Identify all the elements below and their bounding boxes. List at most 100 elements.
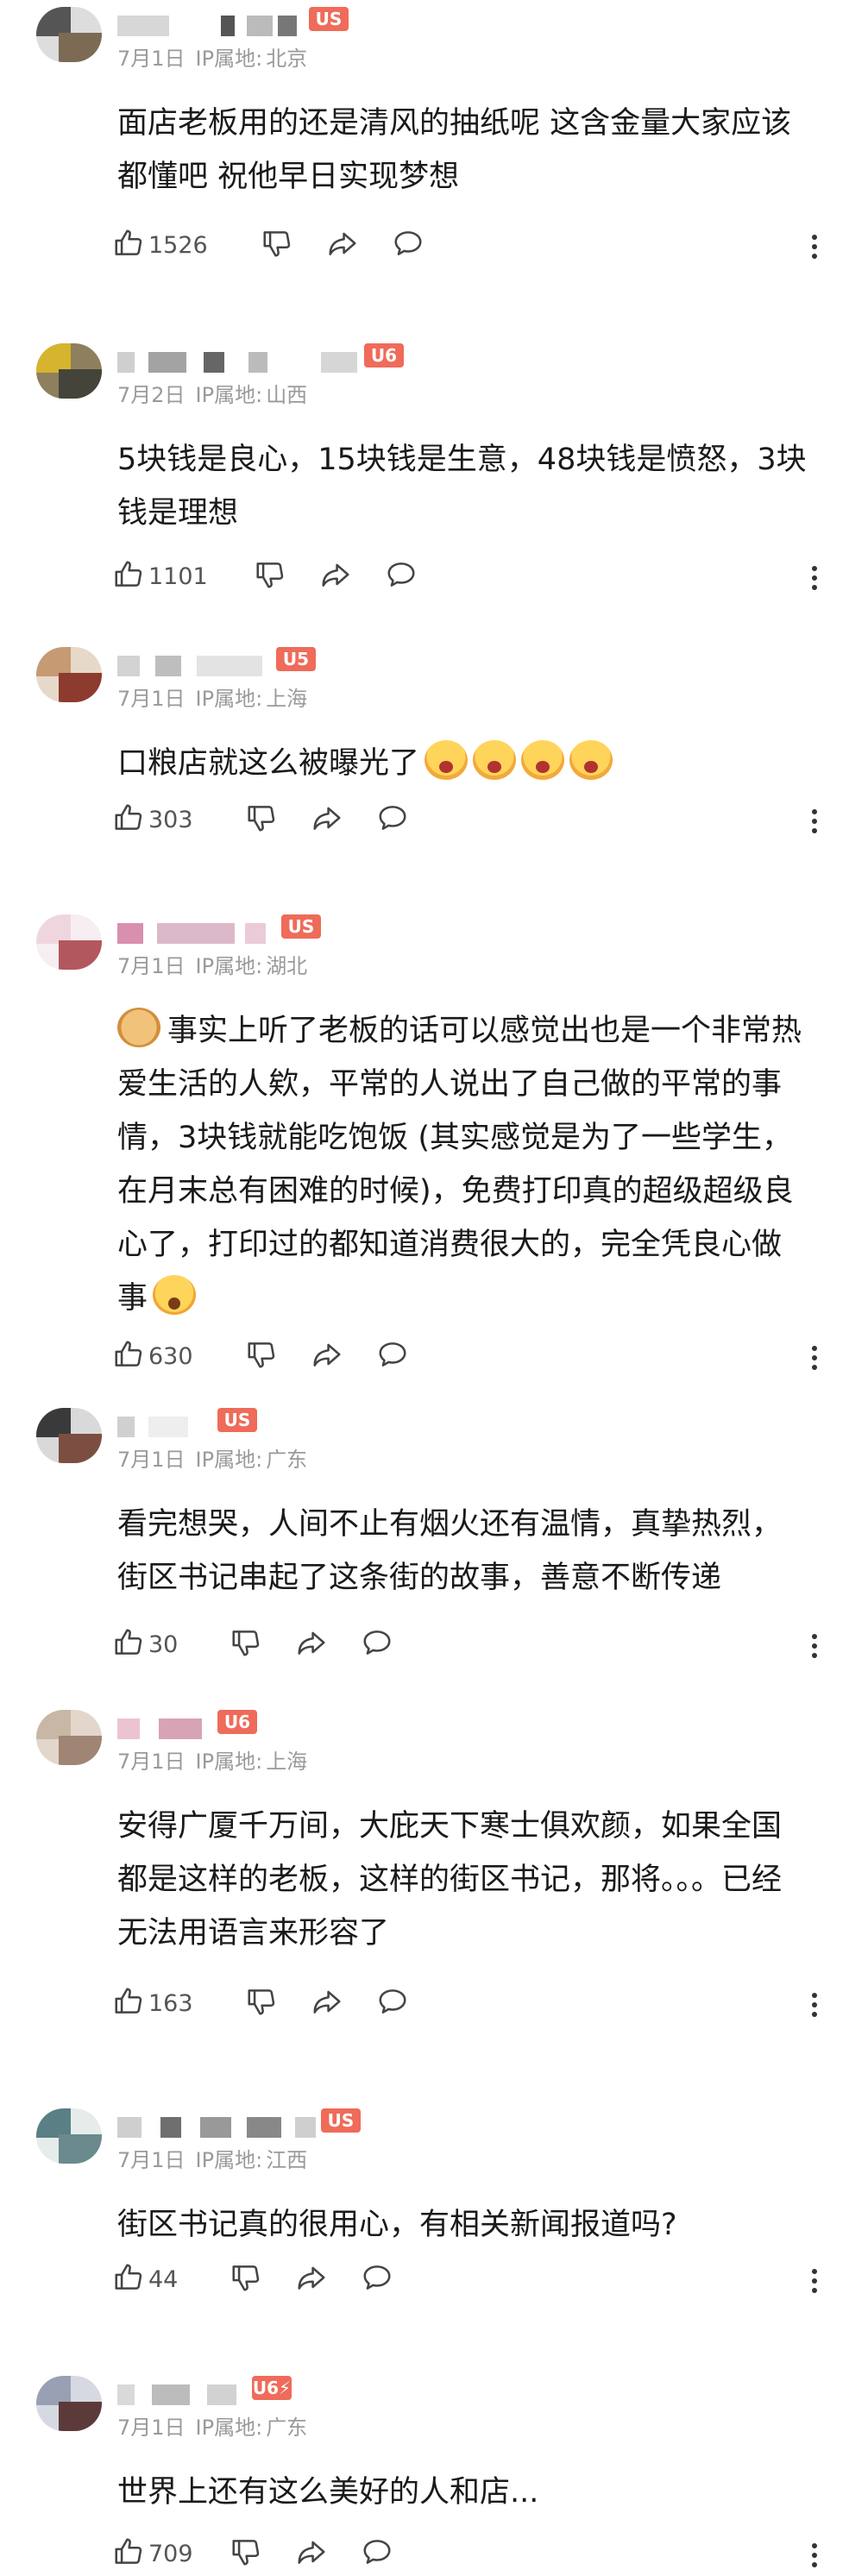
comment-item: U5 7月1日 IP属地: 上海 口粮店就这么被曝光了 303 [0, 647, 849, 852]
thumbs-down-icon [230, 2261, 262, 2297]
crying-face-icon [473, 740, 517, 780]
like-count: 1526 [148, 231, 208, 259]
more-options-button[interactable] [809, 2538, 820, 2573]
share-button[interactable] [326, 226, 359, 264]
comment-text: 面店老板用的还是清风的抽纸呢 这含金量大家应该都懂吧 祝他早日实现梦想 [117, 97, 808, 204]
more-options-button[interactable] [809, 561, 820, 595]
thumbs-down-icon [254, 558, 286, 594]
share-button[interactable] [311, 1337, 343, 1375]
dislike-button[interactable] [245, 1337, 278, 1375]
like-button[interactable]: 30 [112, 1625, 178, 1663]
like-button[interactable]: 1526 [112, 226, 208, 264]
avatar[interactable] [36, 914, 102, 970]
thumbs-up-icon [112, 558, 145, 594]
username-row[interactable]: U6 [117, 343, 635, 378]
blurred-username [157, 923, 235, 944]
thumbs-up-icon [112, 1338, 145, 1374]
username-row[interactable]: US [117, 2108, 635, 2143]
reply-button[interactable] [361, 2535, 393, 2573]
more-options-button[interactable] [809, 229, 820, 264]
avatar[interactable] [36, 7, 102, 62]
user-level-badge: US [309, 7, 349, 31]
share-button[interactable] [295, 2260, 328, 2298]
more-options-button[interactable] [809, 1341, 820, 1375]
thumbs-down-icon [230, 2535, 262, 2572]
avatar[interactable] [36, 2108, 102, 2164]
like-button[interactable]: 1101 [112, 557, 208, 595]
reply-button[interactable] [376, 801, 409, 839]
like-button[interactable]: 709 [112, 2535, 193, 2573]
thumbs-up-icon [112, 2261, 145, 2297]
comment-meta: 7月1日 IP属地: 广东 [117, 2410, 318, 2441]
dislike-button[interactable] [245, 1984, 278, 2022]
dislike-button[interactable] [230, 2535, 262, 2573]
like-count: 709 [148, 2540, 193, 2567]
username-row[interactable]: U6 [117, 1710, 635, 1744]
comment-date: 7月1日 [117, 1750, 186, 1774]
share-button[interactable] [311, 801, 343, 839]
comment-body: 事实上听了老板的话可以感觉出也是一个非常热爱生活的人欸，平常的人说出了自己做的平… [117, 1014, 802, 1316]
share-icon [311, 1338, 343, 1374]
avatar[interactable] [36, 647, 102, 702]
comment-feed: US 7月1日 IP属地: 北京面店老板用的还是清风的抽纸呢 这含金量大家应该都懂吧 … [0, 0, 849, 2576]
share-icon [295, 1626, 328, 1662]
dislike-button[interactable] [261, 226, 293, 264]
more-options-button[interactable] [809, 2264, 820, 2298]
reply-button[interactable] [376, 1984, 409, 2022]
username-row[interactable]: U6⚡ [117, 2376, 635, 2410]
ip-location-region: 广东 [266, 2416, 308, 2440]
share-button[interactable] [311, 1984, 343, 2022]
comment-date: 7月1日 [117, 1448, 186, 1472]
reply-button[interactable] [376, 1337, 409, 1375]
avatar[interactable] [36, 343, 102, 399]
more-options-button[interactable] [809, 804, 820, 839]
comment-actions: 303 [112, 801, 820, 839]
ip-location-label: IP属地: [195, 1448, 263, 1472]
avatar[interactable] [36, 2376, 102, 2431]
username-row[interactable]: US [117, 914, 635, 949]
username-row[interactable]: US [117, 7, 635, 41]
dislike-button[interactable] [254, 557, 286, 595]
comment-item: U6⚡ 7月1日 IP属地: 广东 世界上还有这么美好的人和店... 709 [0, 2376, 849, 2576]
like-button[interactable]: 44 [112, 2260, 178, 2298]
share-button[interactable] [295, 2535, 328, 2573]
share-icon [295, 2261, 328, 2297]
comment-meta: 7月1日 IP属地: 上海 [117, 1744, 318, 1775]
ip-location-label: IP属地: [195, 1750, 263, 1774]
dislike-button[interactable] [230, 1625, 262, 1663]
share-button[interactable] [319, 557, 352, 595]
comment-text: 事实上听了老板的话可以感觉出也是一个非常热爱生活的人欸，平常的人说出了自己做的平… [117, 1004, 808, 1325]
comment-item: US 7月1日 IP属地: 广东 看完想哭，人间不止有烟火还有温情，真挚热烈，街区书记串… [0, 1408, 849, 1677]
reply-button[interactable] [392, 226, 424, 264]
blurred-username [148, 352, 186, 373]
reply-button[interactable] [361, 2260, 393, 2298]
like-button[interactable]: 630 [112, 1337, 193, 1375]
comment-meta: 7月1日 IP属地: 北京 [117, 41, 318, 72]
reply-button[interactable] [361, 1625, 393, 1663]
like-button[interactable]: 163 [112, 1984, 193, 2022]
comment-date: 7月1日 [117, 687, 186, 711]
crying-face-icon [569, 740, 613, 780]
username-row[interactable]: US [117, 1408, 635, 1442]
reply-button[interactable] [385, 557, 418, 595]
share-button[interactable] [295, 1625, 328, 1663]
username-row[interactable]: U5 [117, 647, 635, 682]
avatar[interactable] [36, 1710, 102, 1765]
comment-actions: 709 [112, 2535, 820, 2573]
dislike-button[interactable] [245, 801, 278, 839]
like-button[interactable]: 303 [112, 801, 193, 839]
like-count: 630 [148, 1342, 193, 1370]
dislike-button[interactable] [230, 2260, 262, 2298]
ip-location-region: 江西 [266, 2148, 308, 2172]
user-level-badge: US [217, 1408, 257, 1432]
comment-item: U6 7月1日 IP属地: 上海 安得广厦千万间，大庇天下寒士俱欢颜，如果全国都是这样的… [0, 1710, 849, 2036]
avatar[interactable] [36, 1408, 102, 1463]
crying-face-icon [424, 740, 469, 780]
comment-item: US 7月1日 IP属地: 湖北 事实上听了老板的话可以感觉出也是一个非常热爱生活的人欸… [0, 914, 849, 1389]
more-options-button[interactable] [809, 1629, 820, 1663]
comment-date: 7月2日 [117, 383, 186, 407]
more-options-button[interactable] [809, 1988, 820, 2022]
blurred-username [200, 2117, 231, 2138]
blurred-username [321, 352, 357, 373]
comment-body: 安得广厦千万间，大庇天下寒士俱欢颜，如果全国都是这样的老板，这样的街区书记，那将… [117, 1809, 783, 1951]
